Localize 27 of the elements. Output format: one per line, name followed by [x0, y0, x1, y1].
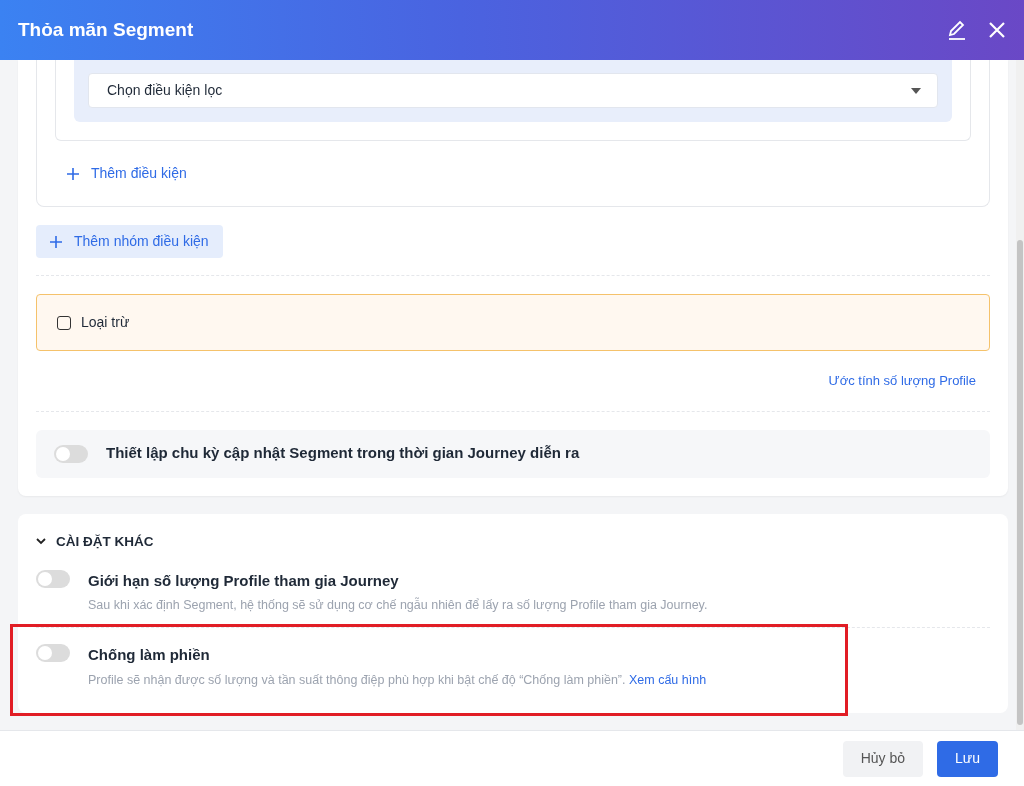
checkbox[interactable] [57, 315, 71, 330]
scrollbar[interactable] [1016, 60, 1024, 730]
chevron-icon[interactable] [36, 538, 46, 546]
caret-icon [911, 87, 921, 94]
edit-icon[interactable] [946, 19, 968, 41]
exclude-label: Loại trừ [81, 313, 130, 332]
update-cycle-label: Thiết lập chu kỳ cập nhật Segment trong thời gian Journey diễn ra [106, 443, 580, 464]
toggle-switch[interactable] [36, 644, 70, 662]
setting-description: Profile sẽ nhận được số lượng và tần suất thông điệp phù hợp khi bật chế độ “Chống làm phiền”. Xem cấu hình [88, 671, 707, 689]
save-button[interactable]: Lưu [937, 740, 998, 777]
config-link[interactable]: Xem cấu hình [629, 672, 707, 687]
add-condition-link[interactable]: Thêm điều kiện [67, 163, 187, 184]
setting-title: Chống làm phiền [88, 645, 211, 665]
section-title: CÀI ĐẶT KHÁC [56, 532, 154, 551]
dialog-title: Thỏa mãn Segment [18, 17, 195, 42]
cancel-button[interactable]: Hủy bỏ [842, 740, 924, 777]
plus-icon [50, 235, 62, 248]
dropdown-text: Chọn điều kiện lọc [107, 81, 224, 100]
setting-description: Sau khi xác định Segment, hệ thống sẽ sử dụng cơ chế ngẫu nhiên để lấy ra số lượng Profile tham gia Journey. [88, 596, 708, 615]
setting-title: Giới hạn số lượng Profile tham gia Journey [88, 570, 400, 591]
toggle-switch[interactable] [54, 444, 88, 463]
toggle-switch[interactable] [36, 569, 70, 588]
add-group-button[interactable]: Thêm nhóm điều kiện [36, 225, 223, 258]
plus-icon [67, 167, 79, 180]
filter-dropdown[interactable]: Chọn điều kiện lọc [88, 73, 938, 108]
estimate-link[interactable]: Ước tính số lượng Profile [828, 371, 976, 391]
close-icon[interactable] [988, 21, 1006, 39]
